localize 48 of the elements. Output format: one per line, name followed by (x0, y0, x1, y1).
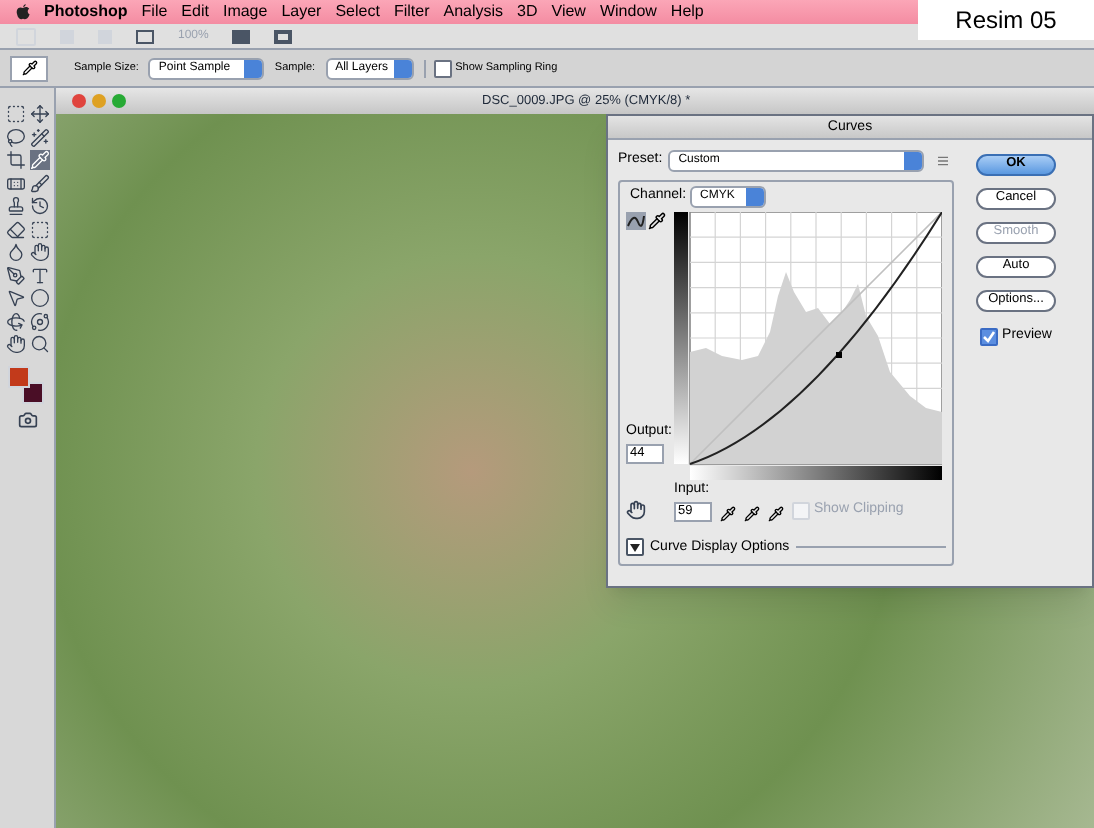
orbit-icon[interactable] (29, 311, 49, 331)
menu-item[interactable]: Layer (281, 0, 322, 24)
menu-item[interactable]: Edit (181, 0, 209, 24)
history-brush-icon[interactable] (29, 196, 49, 216)
brush-icon[interactable] (29, 173, 49, 193)
eraser-icon[interactable] (5, 219, 25, 239)
marquee-icon[interactable] (5, 104, 25, 124)
eyedropper-icon (21, 60, 37, 76)
checkbox[interactable] (433, 59, 452, 77)
close-button[interactable] (72, 94, 86, 108)
preset-menu-icon[interactable] (937, 156, 948, 166)
menu-item[interactable]: Window (599, 0, 657, 24)
lasso-icon[interactable] (5, 127, 25, 147)
ellipse-icon[interactable] (29, 288, 49, 308)
stamp-icon[interactable] (5, 196, 25, 216)
checkbox[interactable] (980, 327, 999, 346)
eyedropper-preset-button[interactable] (10, 55, 48, 81)
adjust-hand-icon[interactable] (626, 499, 646, 519)
pointer-icon[interactable] (5, 288, 25, 308)
menu-item[interactable]: File (141, 0, 168, 24)
eyedropper-icon[interactable] (744, 505, 760, 521)
menu-item[interactable]: Image (222, 0, 268, 24)
menu-item[interactable]: View (551, 0, 586, 24)
foreground-color-swatch[interactable] (7, 366, 29, 388)
crop-icon[interactable] (5, 150, 25, 170)
zoom-icon[interactable] (29, 334, 49, 354)
curve-graph-drawing[interactable] (674, 212, 942, 484)
curve-tool-icon[interactable] (626, 212, 646, 230)
menu-item[interactable]: Filter (393, 0, 430, 24)
pen-icon[interactable] (5, 265, 25, 285)
menu-item[interactable]: Help (670, 0, 704, 24)
hand-icon[interactable] (5, 334, 25, 354)
menu-item[interactable]: 3D (517, 0, 538, 24)
label-badge: Resim 05 (918, 0, 1094, 40)
apple-icon[interactable] (16, 4, 30, 20)
bandage-icon[interactable] (5, 173, 25, 193)
rotate-icon[interactable] (5, 311, 25, 331)
expand-toggle-button[interactable] (626, 538, 644, 557)
eyedropper-icon[interactable] (768, 505, 784, 521)
menu-item[interactable]: Select (335, 0, 380, 24)
type-icon[interactable] (29, 265, 49, 285)
menu-item[interactable]: Photoshop (44, 0, 128, 24)
menu-item[interactable]: Analysis (443, 0, 504, 24)
move-icon[interactable] (29, 104, 49, 124)
droplet-icon[interactable] (5, 242, 25, 262)
wand-icon[interactable] (29, 127, 49, 147)
hand-icon[interactable] (29, 242, 49, 262)
eyedropper-icon[interactable] (720, 505, 736, 521)
